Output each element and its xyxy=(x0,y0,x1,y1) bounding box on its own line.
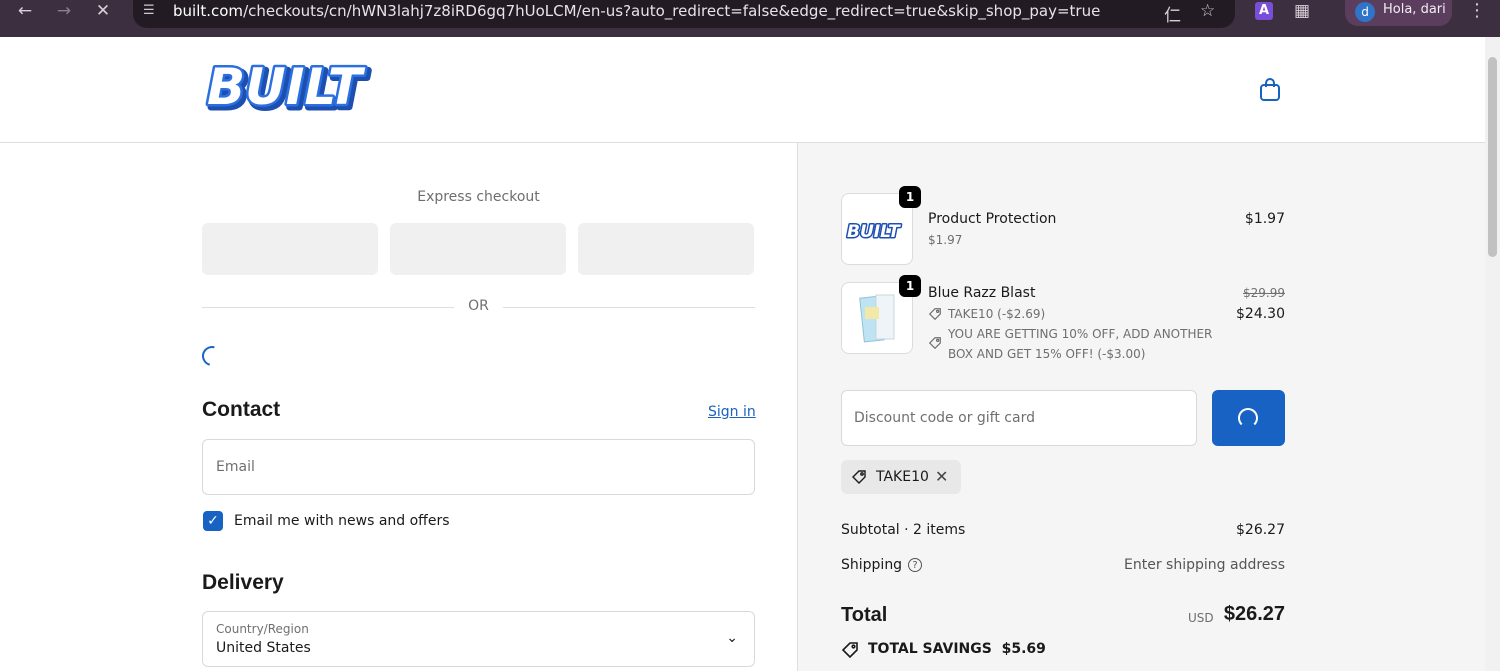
avatar: d xyxy=(1355,2,1375,22)
forward-icon[interactable]: → xyxy=(53,0,75,22)
apply-discount-button[interactable] xyxy=(1212,390,1285,446)
browser-toolbar: ← → ✕ ☰ built.com/checkouts/cn/hWN3lahj7… xyxy=(0,0,1500,37)
site-header: BUILT BUILT BUILT xyxy=(0,37,1485,143)
loading-spinner-icon xyxy=(1238,408,1258,428)
or-divider: OR xyxy=(202,298,755,318)
delivery-title: Delivery xyxy=(202,571,284,594)
total-amount: $26.27 xyxy=(1223,603,1285,625)
order-summary: BUILT BUILT 1 Product Protection $1.97 $… xyxy=(797,143,1485,671)
tag-icon xyxy=(852,470,866,484)
shopping-bag-icon[interactable] xyxy=(1258,77,1282,103)
url-text: built.com/checkouts/cn/hWN3lahj7z8iRD6gq… xyxy=(173,2,1101,20)
express-pay-button-3[interactable] xyxy=(578,223,754,275)
quantity-badge: 1 xyxy=(899,275,921,297)
contact-title: Contact xyxy=(202,398,281,421)
address-bar[interactable]: ☰ built.com/checkouts/cn/hWN3lahj7z8iRD6… xyxy=(133,0,1235,28)
shipping-value: Enter shipping address xyxy=(1124,557,1285,573)
tag-icon xyxy=(841,642,858,659)
scrollbar-thumb[interactable] xyxy=(1488,57,1497,257)
svg-text:BUILT: BUILT xyxy=(847,222,901,242)
country-label: Country/Region xyxy=(216,622,309,636)
item-name: Product Protection xyxy=(928,211,1057,227)
country-value: United States xyxy=(216,640,311,656)
extension-icon[interactable]: A xyxy=(1255,2,1273,20)
shipping-label: Shipping? xyxy=(841,557,923,573)
translate-icon[interactable]: 仁 xyxy=(1164,1,1181,26)
brand-logo[interactable]: BUILT BUILT BUILT xyxy=(204,56,400,123)
newsletter-label: Email me with news and offers xyxy=(234,513,450,529)
tag-icon xyxy=(928,337,941,350)
sign-in-link[interactable]: Sign in xyxy=(708,404,756,420)
newsletter-checkbox[interactable]: ✓ xyxy=(203,511,223,531)
item-name: Blue Razz Blast xyxy=(928,285,1036,301)
loading-spinner-icon xyxy=(198,342,226,370)
applied-discount-chip: TAKE10 ✕ xyxy=(841,460,961,494)
site-info-icon[interactable]: ☰ xyxy=(143,3,159,19)
extensions-puzzle-icon[interactable]: ▦ xyxy=(1294,1,1310,21)
remove-discount-icon[interactable]: ✕ xyxy=(935,467,948,486)
product-thumbnail: BUILT BUILT 1 xyxy=(841,186,921,265)
product-thumbnail: 1 xyxy=(841,275,921,354)
item-price: $1.97 xyxy=(1244,211,1285,227)
kebab-menu-icon[interactable]: ⋮ xyxy=(1468,0,1486,21)
discount-code-input[interactable]: Discount code or gift card xyxy=(841,390,1197,446)
checkout-form: Express checkout OR Contact Sign in Emai… xyxy=(0,143,797,671)
item-subtext: $1.97 xyxy=(928,233,963,247)
subtotal-value: $26.27 xyxy=(1236,522,1285,538)
applied-code: TAKE10 xyxy=(876,469,929,485)
express-pay-button-2[interactable] xyxy=(390,223,566,275)
total-label: Total xyxy=(841,604,888,626)
back-icon[interactable]: ← xyxy=(14,0,36,22)
item-price: $24.30 xyxy=(1236,306,1285,322)
help-icon[interactable]: ? xyxy=(908,558,923,572)
discount-placeholder: Discount code or gift card xyxy=(854,410,1035,426)
country-select[interactable]: Country/Region United States ⌄ xyxy=(202,611,755,667)
profile-name: Hola, dari xyxy=(1383,2,1446,17)
total-currency: USD xyxy=(1188,611,1214,625)
email-placeholder: Email xyxy=(216,459,255,475)
original-price: $29.99 xyxy=(1243,286,1285,300)
tag-icon xyxy=(928,308,941,321)
chevron-down-icon: ⌄ xyxy=(726,630,738,646)
express-pay-button-1[interactable] xyxy=(202,223,378,275)
bookmark-star-icon[interactable]: ☆ xyxy=(1200,1,1215,21)
page-scrollbar[interactable] xyxy=(1485,37,1500,671)
email-field[interactable]: Email xyxy=(202,439,755,495)
stop-loading-icon[interactable]: ✕ xyxy=(92,0,114,22)
profile-button[interactable]: d Hola, dari xyxy=(1345,0,1452,26)
svg-text:BUILT: BUILT xyxy=(207,59,366,116)
express-checkout-label: Express checkout xyxy=(417,189,540,205)
subtotal-label: Subtotal · 2 items xyxy=(841,522,966,538)
quantity-badge: 1 xyxy=(899,186,921,208)
